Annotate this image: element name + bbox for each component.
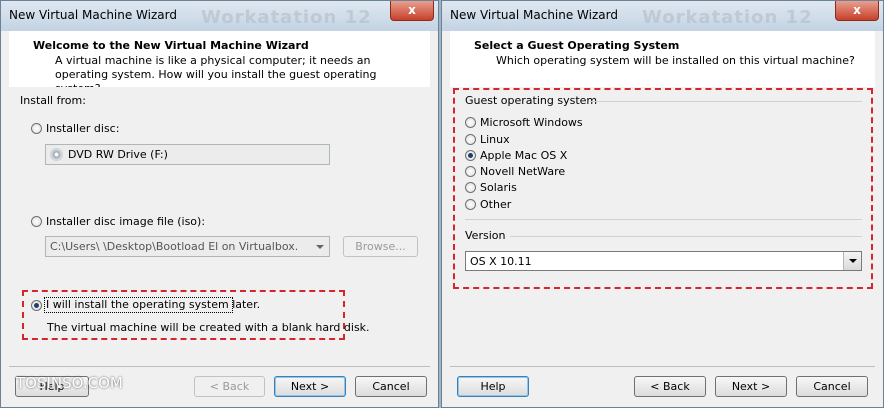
os-label-apple-mac-os-x[interactable]: Apple Mac OS X xyxy=(480,149,567,162)
header-subtitle: Which operating system will be installed… xyxy=(496,54,855,67)
os-radio-microsoft-windows[interactable] xyxy=(465,117,476,128)
install-from-label: Install from: xyxy=(20,94,86,107)
chevron-down-icon xyxy=(316,245,324,249)
close-icon: x xyxy=(853,3,861,17)
new-vm-wizard-window-guest-os: New Virtual Machine Wizard Workatation 1… xyxy=(441,0,884,408)
next-button[interactable]: Next > xyxy=(715,376,787,397)
wizard-body: Install from: Installer disc: DVD RW Dri… xyxy=(9,87,430,369)
os-label-microsoft-windows[interactable]: Microsoft Windows xyxy=(480,116,583,129)
background-window-title: Workatation 12 xyxy=(201,7,372,28)
browse-button[interactable]: Browse... xyxy=(343,236,418,257)
os-radio-linux[interactable] xyxy=(465,134,476,145)
cancel-label: Cancel xyxy=(813,380,851,393)
title-bar: New Virtual Machine Wizard Workatation 1… xyxy=(442,1,883,31)
close-button[interactable]: x xyxy=(390,1,434,21)
installer-disc-label[interactable]: Installer disc: xyxy=(46,122,119,135)
background-window-title: Workatation 12 xyxy=(642,7,813,28)
footer-divider xyxy=(9,366,430,367)
os-radio-other[interactable] xyxy=(465,199,476,210)
os-radio-solaris[interactable] xyxy=(465,182,476,193)
browse-label: Browse... xyxy=(355,240,406,253)
disc-drive-select[interactable]: DVD RW Drive (F:) xyxy=(45,144,330,165)
wizard-header: Select a Guest Operating System Which op… xyxy=(450,31,875,88)
os-radio-novell-netware[interactable] xyxy=(465,166,476,177)
header-title: Select a Guest Operating System xyxy=(474,39,680,52)
chevron-down-icon[interactable] xyxy=(843,252,861,270)
installer-disc-radio[interactable] xyxy=(31,123,42,134)
guest-os-group-label: Guest operating system xyxy=(465,94,598,107)
version-divider xyxy=(510,236,862,237)
install-later-description: The virtual machine will be created with… xyxy=(47,321,370,334)
close-button[interactable]: x xyxy=(835,1,879,21)
section-divider xyxy=(465,219,862,220)
os-label-other[interactable]: Other xyxy=(480,198,511,211)
cancel-button[interactable]: Cancel xyxy=(796,376,868,397)
iso-path-combo[interactable]: C:\Users\ \Desktop\Bootload El on Virtua… xyxy=(45,236,330,257)
installer-image-radio[interactable] xyxy=(31,216,42,227)
os-label-solaris[interactable]: Solaris xyxy=(480,181,517,194)
iso-path-value: C:\Users\ \Desktop\Bootload El on Virtua… xyxy=(50,240,299,253)
group-divider xyxy=(590,101,862,102)
version-select[interactable]: OS X 10.11 xyxy=(465,251,862,271)
wizard-body: Guest operating system Microsoft Windows… xyxy=(450,87,875,369)
window-title: New Virtual Machine Wizard xyxy=(9,8,177,22)
back-label: < Back xyxy=(209,380,250,393)
back-button[interactable]: < Back xyxy=(634,376,706,397)
cancel-label: Cancel xyxy=(372,380,410,393)
os-label-linux[interactable]: Linux xyxy=(480,133,510,146)
back-button[interactable]: < Back xyxy=(194,376,265,397)
title-bar: New Virtual Machine Wizard Workatation 1… xyxy=(1,1,438,31)
close-icon: x xyxy=(408,3,416,17)
new-vm-wizard-window-install-source: New Virtual Machine Wizard Workatation 1… xyxy=(0,0,439,408)
install-later-label[interactable]: I will install the operating system late… xyxy=(46,298,260,311)
os-label-novell-netware[interactable]: Novell NetWare xyxy=(480,165,565,178)
window-title: New Virtual Machine Wizard xyxy=(450,8,618,22)
site-watermark: TOSINSO.COM xyxy=(16,374,123,392)
os-radio-apple-mac-os-x[interactable] xyxy=(465,150,476,161)
version-value: OS X 10.11 xyxy=(470,255,532,268)
version-label: Version xyxy=(465,229,506,242)
footer-divider xyxy=(450,366,875,367)
help-button[interactable]: Help xyxy=(457,376,529,397)
next-button[interactable]: Next > xyxy=(274,376,346,397)
wizard-header: Welcome to the New Virtual Machine Wizar… xyxy=(9,31,430,95)
cancel-button[interactable]: Cancel xyxy=(355,376,427,397)
installer-image-label[interactable]: Installer disc image file (iso): xyxy=(46,215,205,228)
next-label: Next > xyxy=(731,380,771,393)
header-title: Welcome to the New Virtual Machine Wizar… xyxy=(33,39,309,52)
next-label: Next > xyxy=(290,380,330,393)
help-label: Help xyxy=(480,380,506,393)
back-label: < Back xyxy=(650,380,690,393)
dvd-drive-icon xyxy=(50,148,63,161)
disc-drive-value: DVD RW Drive (F:) xyxy=(68,148,168,161)
install-later-radio[interactable] xyxy=(31,300,42,311)
